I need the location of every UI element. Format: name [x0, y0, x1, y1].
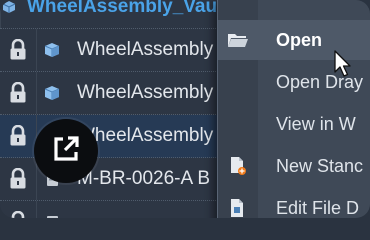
assembly-icon — [1, 0, 17, 15]
lock-icon — [9, 39, 27, 61]
folder-open-icon — [218, 31, 258, 49]
app-window: WheelAssembly_VaultSearch.iam WheelAssem… — [0, 0, 370, 218]
open-external-link-icon — [50, 133, 82, 170]
mouse-pointer-icon — [334, 50, 354, 83]
context-menu: Open Open Dray View in W New Stanc Edit … — [217, 0, 370, 218]
menu-item-new-standard[interactable]: New Stanc — [218, 146, 370, 186]
open-external-badge[interactable] — [34, 119, 98, 183]
edit-file-icon — [218, 197, 258, 218]
new-document-icon — [218, 155, 258, 177]
assembly-icon — [43, 41, 61, 59]
menu-item-edit-file[interactable]: Edit File D — [218, 188, 370, 218]
assembly-icon — [43, 84, 61, 102]
part-icon — [43, 213, 61, 218]
table-row[interactable]: WheelAssembly — [0, 72, 240, 115]
menu-item-label: Edit File D — [276, 197, 360, 218]
lock-cell — [0, 158, 37, 200]
table-row[interactable]: WheelAssembly — [0, 29, 240, 72]
lock-cell — [0, 29, 37, 71]
lock-cell — [0, 72, 37, 114]
file-name: WheelAssembly — [77, 39, 214, 60]
table-row[interactable]: WheelAssembly_VaultSearch.iam — [0, 0, 330, 29]
menu-item-label: Open — [276, 29, 323, 50]
file-name: WheelAssembly — [77, 82, 214, 103]
lock-icon — [9, 211, 27, 218]
lock-icon — [9, 125, 27, 147]
type-cell — [37, 72, 67, 114]
file-list: WheelAssembly_VaultSearch.iam WheelAssem… — [0, 0, 330, 218]
lock-cell — [0, 115, 37, 157]
menu-item-view-in-window[interactable]: View in W — [218, 104, 370, 144]
menu-item-label: New Stanc — [276, 155, 364, 176]
menu-item-label: View in W — [276, 113, 356, 134]
type-cell — [1, 0, 17, 28]
lock-icon — [9, 82, 27, 104]
table-row[interactable] — [0, 201, 240, 218]
type-cell — [37, 201, 67, 218]
lock-cell — [0, 201, 37, 218]
type-cell — [37, 29, 67, 71]
lock-icon — [9, 168, 27, 190]
